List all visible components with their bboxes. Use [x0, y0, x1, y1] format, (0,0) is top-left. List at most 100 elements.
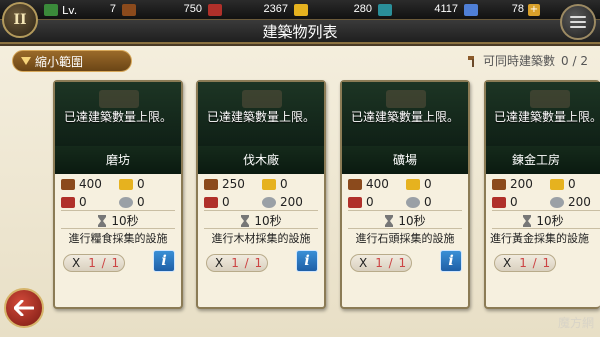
wood-icon [204, 178, 218, 190]
level-badge[interactable]: II [2, 2, 38, 38]
build-time: 10秒 [342, 212, 468, 229]
building-name: 鍊金工房 [486, 146, 600, 174]
filter-label: 縮小範圍 [35, 54, 84, 69]
cost-stone: 200 [550, 194, 600, 210]
limit-text: 已達建築數量上限。 [494, 110, 600, 124]
cost-grid: 200 0 0 200 [492, 176, 600, 210]
resource-food: 2367 [208, 2, 288, 18]
cost-food: 0 [204, 194, 262, 210]
building-description: 進行石頭採集的設施 [355, 232, 455, 245]
wood-icon [348, 178, 362, 190]
limit-text: 已達建築數量上限。 [63, 110, 172, 124]
cost-wood: 250 [204, 176, 262, 192]
food-value: 2367 [263, 3, 288, 15]
cost-grid: 400 0 0 0 [348, 176, 464, 210]
back-button[interactable] [4, 288, 44, 328]
building-name: 伐木廠 [198, 146, 324, 174]
cost-stone: 0 [119, 194, 177, 210]
build-time: 10秒 [55, 212, 181, 229]
cost-gold: 0 [406, 176, 464, 192]
gold-icon [294, 4, 308, 16]
cost-grid: 250 0 0 200 [204, 176, 320, 210]
building-card-mill[interactable]: 已達建築數量上限。 磨坊 400 0 0 0 10秒 進行糧食採集的設施 X 1… [53, 80, 183, 309]
gold-icon [119, 178, 133, 190]
cost-wood: 400 [61, 176, 119, 192]
stone-icon [550, 196, 564, 208]
hourglass-icon [523, 214, 532, 227]
wood-icon [492, 178, 506, 190]
info-button[interactable]: i [153, 250, 175, 272]
hourglass-icon [385, 214, 394, 227]
cost-gold: 0 [119, 176, 177, 192]
divider [492, 228, 600, 229]
mill-icon [99, 90, 139, 108]
wood-icon [61, 178, 75, 190]
lumber-mill-icon [242, 90, 282, 108]
wood-value: 750 [183, 3, 202, 15]
build-time: 10秒 [198, 212, 324, 229]
food-icon [492, 196, 506, 208]
cost-wood: 200 [492, 176, 550, 192]
food-icon [204, 196, 218, 208]
divider [204, 228, 318, 229]
cost-gold: 0 [550, 176, 600, 192]
alchemy-workshop-icon [530, 90, 570, 108]
cost-gold: 0 [262, 176, 320, 192]
page-title: 建築物列表 [0, 20, 600, 44]
resource-gold: 280 [294, 2, 372, 18]
hourglass-icon [241, 214, 250, 227]
hammer-icon [468, 55, 475, 67]
level-display: Lv. 7 [44, 2, 116, 18]
gold-icon [550, 178, 564, 190]
concurrent-label: 可同時建築數 [483, 54, 556, 68]
cost-food: 0 [61, 194, 119, 210]
arrow-left-icon [14, 300, 34, 316]
concurrent-build-info: 可同時建築數 0 / 2 [467, 52, 588, 69]
build-count: X 1 / 1 [494, 254, 556, 272]
build-count: X 1 / 1 [350, 254, 412, 272]
stone-icon [262, 196, 276, 208]
funnel-icon [21, 57, 31, 65]
build-time: 10秒 [486, 212, 600, 229]
gold-value: 280 [353, 3, 372, 15]
gem-value: 78 [511, 3, 524, 15]
limit-text: 已達建築數量上限。 [206, 110, 315, 124]
building-card-lumber-mill[interactable]: 已達建築數量上限。 伐木廠 250 0 0 200 10秒 進行木材採集的設施 … [196, 80, 326, 309]
cost-food: 0 [492, 194, 550, 210]
filter-button[interactable]: 縮小範圍 [12, 50, 132, 72]
menu-button[interactable] [560, 4, 596, 40]
level-icon [44, 4, 58, 16]
crystal-value: 4117 [434, 3, 458, 15]
stone-icon [406, 196, 420, 208]
build-count: X 1 / 1 [63, 254, 125, 272]
level-label: Lv. [62, 3, 78, 17]
building-description: 進行木材採集的設施 [211, 232, 311, 245]
gem-icon [464, 4, 478, 16]
hourglass-icon [98, 214, 107, 227]
concurrent-value: 0 / 2 [561, 53, 588, 68]
crystal-icon [378, 4, 392, 16]
divider [204, 210, 318, 211]
divider [348, 210, 462, 211]
limit-text: 已達建築數量上限。 [350, 110, 459, 124]
info-button[interactable]: i [296, 250, 318, 272]
food-icon [208, 4, 222, 16]
building-card-alchemy-workshop[interactable]: 已達建築數量上限。 鍊金工房 200 0 0 200 10秒 進行黃金採集的設施… [484, 80, 600, 309]
resource-crystal: 4117 [378, 2, 458, 18]
info-button[interactable]: i [440, 250, 462, 272]
food-icon [348, 196, 362, 208]
plus-icon[interactable]: + [528, 4, 540, 16]
divider [61, 210, 175, 211]
stone-icon [119, 196, 133, 208]
resource-bar: Lv. 7 750 2367 280 4117 78 + [0, 0, 600, 20]
cost-wood: 400 [348, 176, 406, 192]
divider [348, 228, 462, 229]
divider [61, 228, 175, 229]
watermark: 魔方網 [557, 316, 594, 330]
building-card-quarry[interactable]: 已達建築數量上限。 礦場 400 0 0 0 10秒 進行石頭採集的設施 X 1… [340, 80, 470, 309]
cost-stone: 200 [262, 194, 320, 210]
resource-gem[interactable]: 78 + [464, 2, 540, 18]
cost-grid: 400 0 0 0 [61, 176, 177, 210]
gold-icon [262, 178, 276, 190]
food-icon [61, 196, 75, 208]
